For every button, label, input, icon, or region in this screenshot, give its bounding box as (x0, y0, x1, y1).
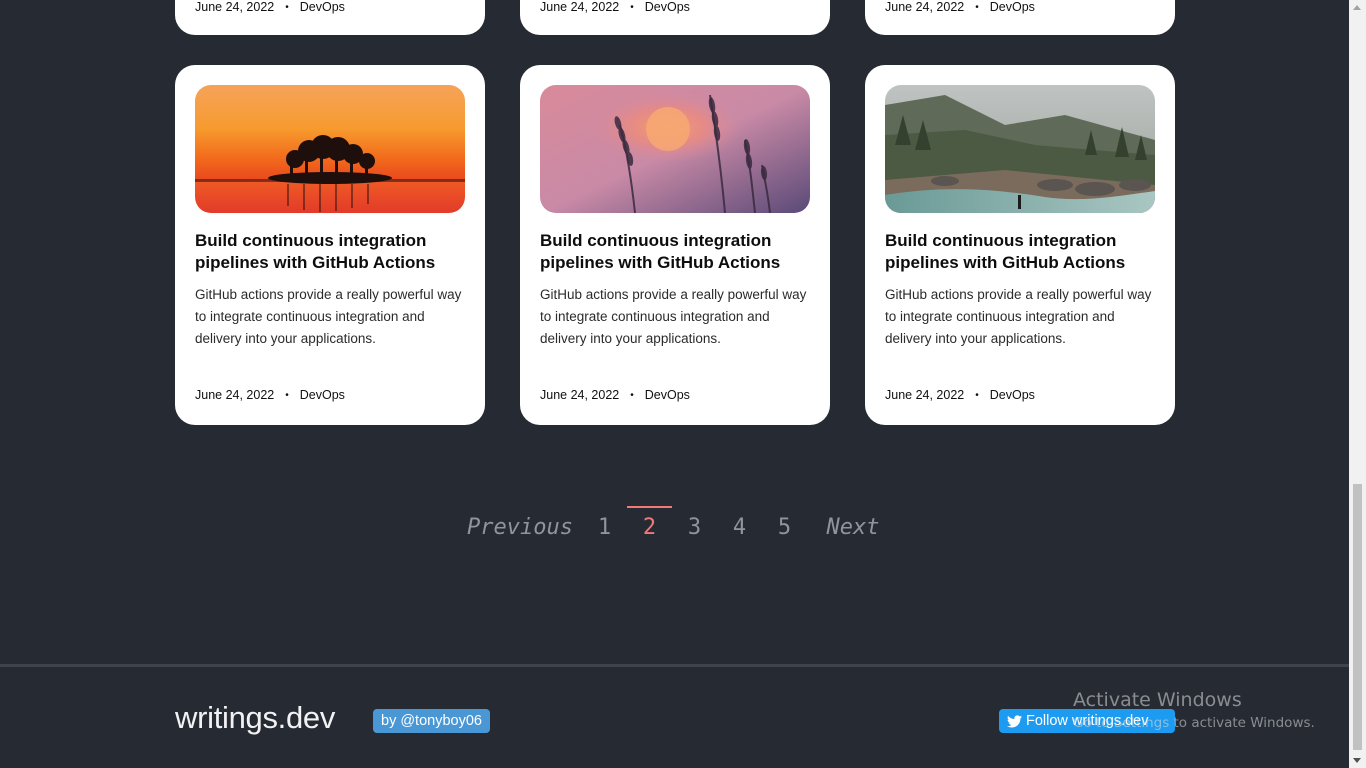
pagination: Previous 1 2 3 4 5 Next (0, 506, 1349, 546)
post-description: GitHub actions provide a really powerful… (195, 287, 462, 346)
sunset-island-image[interactable] (195, 85, 465, 213)
post-category[interactable]: DevOps (990, 0, 1035, 14)
previous-page-link[interactable]: Previous (467, 506, 573, 546)
activate-windows-watermark: Activate Windows Go to Settings to activ… (1073, 688, 1315, 733)
post-card[interactable]: Build continuous integration pipelines w… (520, 65, 830, 425)
post-card-partial[interactable]: June 24, 2022 • DevOps (520, 0, 830, 35)
grass-sunset-image[interactable] (540, 85, 810, 213)
scrollbar-thumb[interactable] (1353, 484, 1362, 750)
post-meta: June 24, 2022 • DevOps (195, 388, 345, 402)
post-date: June 24, 2022 (540, 0, 620, 14)
meta-separator: • (285, 389, 289, 401)
post-meta: June 24, 2022 • DevOps (540, 388, 690, 402)
page-link-4[interactable]: 4 (717, 506, 762, 546)
post-category[interactable]: DevOps (300, 0, 345, 14)
page-link-1[interactable]: 1 (582, 506, 627, 546)
post-date: June 24, 2022 (885, 0, 965, 14)
twitter-bird-icon (1007, 714, 1022, 727)
post-description: GitHub actions provide a really powerful… (885, 287, 1152, 346)
post-title[interactable]: Build continuous integration pipelines w… (540, 230, 810, 274)
next-page-link[interactable]: Next (824, 506, 882, 546)
page: June 24, 2022 • DevOps June 24, 2022 • D… (0, 0, 1349, 768)
meta-separator: • (285, 1, 289, 13)
post-meta: June 24, 2022 • DevOps (195, 0, 345, 14)
post-date: June 24, 2022 (195, 0, 275, 14)
page-link-2-current[interactable]: 2 (627, 506, 672, 546)
post-card[interactable]: Build continuous integration pipelines w… (865, 65, 1175, 425)
activate-windows-subtitle: Go to Settings to activate Windows. (1073, 715, 1315, 731)
post-card[interactable]: Build continuous integration pipelines w… (175, 65, 485, 425)
post-date: June 24, 2022 (885, 388, 965, 402)
post-title[interactable]: Build continuous integration pipelines w… (195, 230, 465, 274)
post-card-partial[interactable]: June 24, 2022 • DevOps (175, 0, 485, 35)
meta-separator: • (975, 389, 979, 401)
post-title[interactable]: Build continuous integration pipelines w… (885, 230, 1155, 274)
author-badge[interactable]: by @tonyboy06 (373, 709, 490, 733)
meta-separator: • (975, 1, 979, 13)
post-category[interactable]: DevOps (645, 0, 690, 14)
post-meta: June 24, 2022 • DevOps (885, 388, 1035, 402)
meta-separator: • (630, 1, 634, 13)
mountain-river-image[interactable] (885, 85, 1155, 213)
scroll-up-arrow-icon[interactable] (1353, 5, 1361, 10)
post-meta: June 24, 2022 • DevOps (540, 0, 690, 14)
activate-windows-title: Activate Windows (1073, 689, 1242, 711)
scroll-down-arrow-icon[interactable] (1353, 758, 1361, 763)
post-category[interactable]: DevOps (300, 388, 345, 402)
post-meta: June 24, 2022 • DevOps (885, 0, 1035, 14)
post-description: GitHub actions provide a really powerful… (540, 287, 807, 346)
post-date: June 24, 2022 (195, 388, 275, 402)
post-category[interactable]: DevOps (990, 388, 1035, 402)
page-link-5[interactable]: 5 (762, 506, 807, 546)
site-brand[interactable]: writings.dev (175, 700, 335, 736)
meta-separator: • (630, 389, 634, 401)
page-link-3[interactable]: 3 (672, 506, 717, 546)
post-category[interactable]: DevOps (645, 388, 690, 402)
post-date: June 24, 2022 (540, 388, 620, 402)
vertical-scrollbar[interactable] (1349, 0, 1366, 768)
post-card-partial[interactable]: June 24, 2022 • DevOps (865, 0, 1175, 35)
